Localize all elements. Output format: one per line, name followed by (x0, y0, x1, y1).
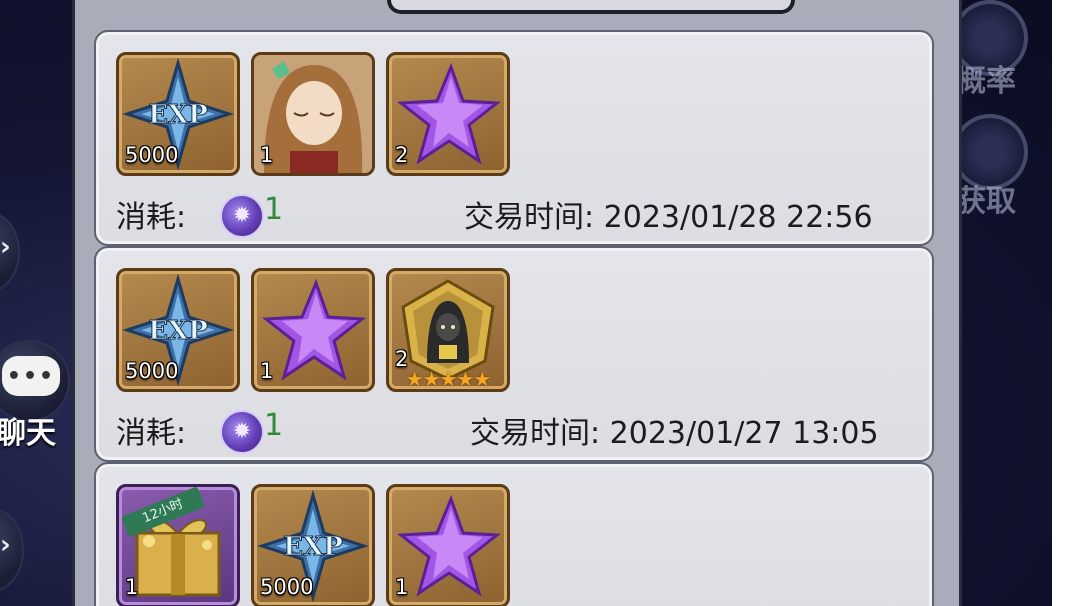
cost-value: 1 (264, 408, 284, 443)
item-slot-crystal[interactable]: 1 (251, 268, 375, 392)
trade-record-1: EXP 5000 1 2 消耗: 1 (94, 30, 934, 246)
trade-time-label: 交易时间: 2023/01/27 13:05 (470, 408, 879, 452)
chevron-right-icon: › (0, 232, 11, 262)
svg-text:EXP: EXP (148, 100, 208, 130)
trade-time-caption: 交易时间: (470, 416, 601, 451)
chat-bubble-dots: ••• (6, 363, 56, 389)
trade-time-label: 交易时间: 2023/01/28 22:56 (464, 192, 873, 236)
item-slot-crystal[interactable]: 1 (386, 484, 510, 606)
cost-currency-icon (220, 194, 264, 238)
cost-label: 消耗: (116, 200, 187, 235)
item-quantity: 2 (395, 143, 409, 167)
screen-edge-margin (1052, 0, 1080, 606)
trade-time-value: 2023/01/27 13:05 (609, 416, 879, 451)
chevron-right-icon: › (0, 530, 11, 560)
probability-label: 概率 (956, 64, 1016, 99)
item-slot-exp[interactable]: EXP 5000 (251, 484, 375, 606)
cost-currency-icon (220, 410, 264, 454)
svg-text:EXP: EXP (148, 316, 208, 346)
cost-label: 消耗: (116, 416, 187, 451)
chat-label: 聊天 (0, 416, 56, 451)
chat-bubble-icon: ••• (2, 356, 60, 396)
item-quantity: 5000 (125, 143, 179, 167)
panel-header-tab (387, 0, 795, 14)
item-quantity: 1 (125, 575, 139, 599)
cost-value: 1 (264, 192, 284, 227)
item-slot-character[interactable]: 1 (251, 52, 375, 176)
item-quantity: 1 (260, 143, 274, 167)
item-slot-crystal[interactable]: 2 (386, 52, 510, 176)
item-slot-gift-box[interactable]: 12小时 1 (116, 484, 240, 606)
item-quantity: 1 (260, 359, 274, 383)
game-screen: › ••• 聊天 › 概率 获取 EXP 5000 1 2 消耗: ✹ 1 交易… (0, 0, 1052, 606)
item-slot-exp[interactable]: EXP 5000 (116, 268, 240, 392)
trade-record-2: EXP 5000 1 2 ★★★★★ 消耗: ✹ 1 交易时间: 2023/01… (94, 246, 934, 462)
item-slot-hero-shard[interactable]: 2 ★★★★★ (386, 268, 510, 392)
svg-text:EXP: EXP (283, 532, 343, 562)
obtain-label: 获取 (956, 184, 1016, 219)
item-slot-exp[interactable]: EXP 5000 (116, 52, 240, 176)
trade-time-value: 2023/01/28 22:56 (603, 200, 873, 235)
trade-record-3: 12小时 1 EXP 5000 1 (94, 462, 934, 606)
star-rating: ★★★★★ (405, 367, 492, 391)
item-quantity: 1 (395, 575, 409, 599)
item-quantity: 5000 (125, 359, 179, 383)
item-quantity: 5000 (260, 575, 314, 599)
trade-time-caption: 交易时间: (464, 200, 595, 235)
